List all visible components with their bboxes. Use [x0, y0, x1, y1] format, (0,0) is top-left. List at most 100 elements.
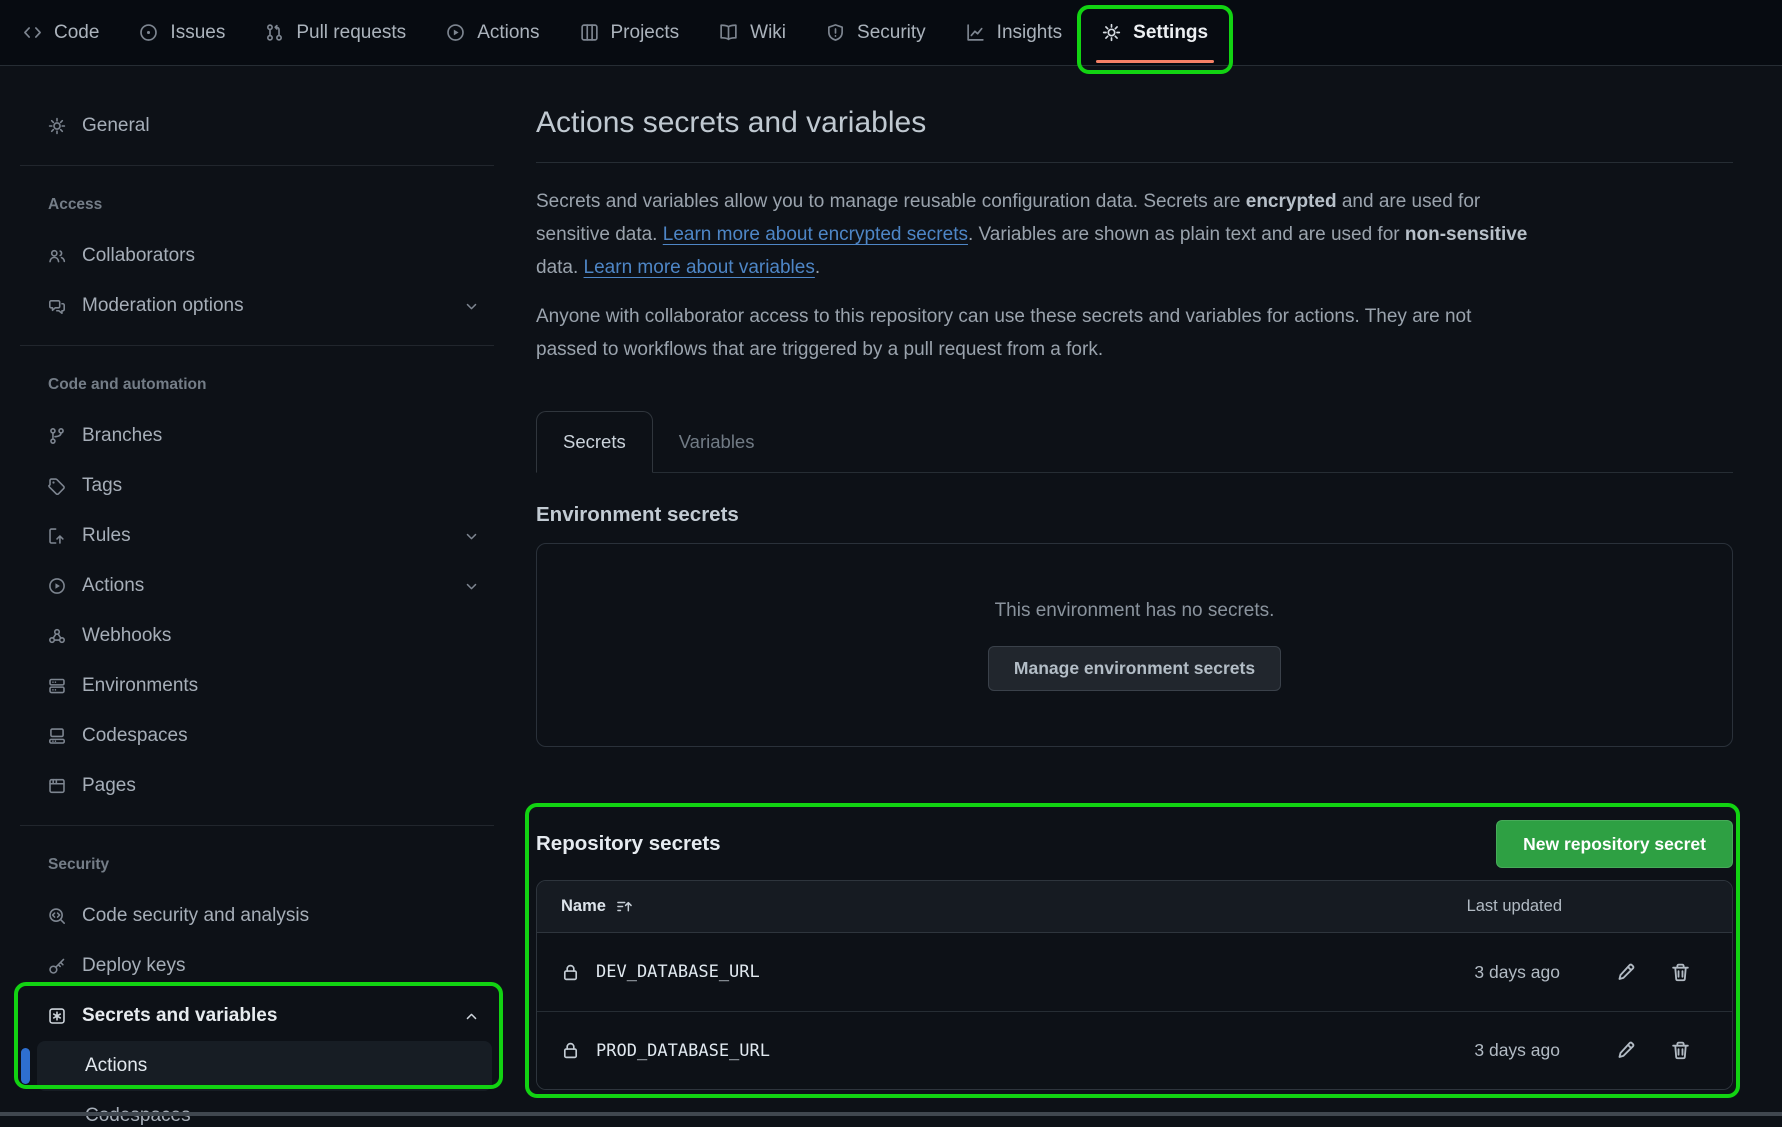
sidebar-section-header-code-and-automation: Code and automation: [0, 359, 506, 411]
server-icon: [48, 677, 66, 695]
sidebar-item-actions[interactable]: Actions: [0, 561, 506, 611]
sidebar-item-pages[interactable]: Pages: [0, 761, 506, 811]
git-branch-icon: [48, 427, 66, 445]
sidebar-item-deploy-keys[interactable]: Deploy keys: [0, 941, 506, 991]
column-header-last-updated: Last updated: [1467, 897, 1562, 916]
tab-secrets[interactable]: Secrets: [536, 411, 653, 473]
sidebar-item-general[interactable]: General: [0, 101, 506, 151]
sidebar-item-label: Deploy keys: [82, 955, 186, 977]
sidebar-item-moderation-options[interactable]: Moderation options: [0, 281, 506, 331]
environment-secrets-panel: This environment has no secrets. Manage …: [536, 543, 1733, 747]
edit-secret-button[interactable]: [1615, 1040, 1636, 1061]
repository-secrets-section: Repository secrets New repository secret…: [536, 820, 1733, 1090]
empty-state-text: This environment has no secrets.: [995, 600, 1275, 622]
sidebar-item-tags[interactable]: Tags: [0, 461, 506, 511]
screen-bottom-edge: [0, 1112, 1782, 1116]
sidebar-item-label: Webhooks: [82, 625, 171, 647]
codescan-icon: [48, 907, 66, 925]
intro-paragraph: Secrets and variables allow you to manag…: [536, 185, 1733, 284]
sidebar-subitem-label: Actions: [85, 1055, 147, 1077]
sidebar-item-code-security-and-analysis[interactable]: Code security and analysis: [0, 891, 506, 941]
edit-secret-button[interactable]: [1615, 962, 1636, 983]
sidebar-item-secrets-and-variables[interactable]: Secrets and variables: [0, 991, 506, 1041]
body-text: Secrets and variables allow you to manag…: [536, 191, 1246, 212]
page-title: Actions secrets and variables: [536, 106, 1733, 140]
body-text: Anyone with collaborator access to this …: [536, 306, 1471, 327]
sidebar-item-label: Collaborators: [82, 245, 195, 267]
sidebar-item-label: Codespaces: [82, 725, 188, 747]
sidebar-item-label: Rules: [82, 525, 131, 547]
nav-item-label: Settings: [1133, 22, 1208, 44]
nav-item-security[interactable]: Security: [806, 0, 946, 65]
chevron-down-icon: [463, 528, 480, 545]
sidebar-item-rules[interactable]: Rules: [0, 511, 506, 561]
comment-discussion-icon: [48, 297, 66, 315]
sidebar-item-label: Tags: [82, 475, 122, 497]
body-text: and are used for: [1337, 191, 1481, 212]
shield-icon: [826, 23, 845, 42]
last-updated-value: 3 days ago: [1474, 1040, 1560, 1061]
link-learn-more-about-encrypted-secrets[interactable]: Learn more about encrypted secrets: [663, 224, 968, 245]
chevron-down-icon: [463, 578, 480, 595]
nav-item-settings[interactable]: Settings: [1082, 0, 1228, 65]
intro-text: Secrets and variables allow you to manag…: [536, 185, 1733, 366]
people-icon: [48, 247, 66, 265]
emphasized-text: encrypted: [1246, 191, 1337, 212]
sidebar-subitem-actions[interactable]: Actions: [37, 1041, 492, 1091]
sidebar-item-branches[interactable]: Branches: [0, 411, 506, 461]
nav-item-wiki[interactable]: Wiki: [699, 0, 806, 65]
sidebar-section-header-access: Access: [0, 179, 506, 231]
nav-item-insights[interactable]: Insights: [946, 0, 1082, 65]
book-icon: [719, 23, 738, 42]
nav-item-label: Issues: [170, 22, 225, 44]
last-updated-value: 3 days ago: [1474, 962, 1560, 983]
delete-secret-button[interactable]: [1670, 1040, 1691, 1061]
body-text: .: [815, 257, 820, 278]
codespaces-icon: [48, 727, 66, 745]
chevron-up-icon: [463, 1008, 480, 1025]
delete-secret-button[interactable]: [1670, 962, 1691, 983]
sidebar-item-collaborators[interactable]: Collaborators: [0, 231, 506, 281]
table-header-row: Name Last updated: [537, 881, 1732, 933]
gear-icon: [1102, 23, 1121, 42]
webhook-icon: [48, 627, 66, 645]
sidebar-item-codespaces[interactable]: Codespaces: [0, 711, 506, 761]
nav-item-label: Pull requests: [296, 22, 406, 44]
manage-environment-secrets-button[interactable]: Manage environment secrets: [988, 646, 1281, 691]
nav-item-label: Security: [857, 22, 926, 44]
sidebar-divider: [20, 825, 494, 826]
column-header-name: Name: [561, 897, 606, 916]
issue-icon: [139, 23, 158, 42]
table-body: DEV_DATABASE_URL3 days agoPROD_DATABASE_…: [537, 933, 1732, 1089]
nav-item-label: Wiki: [750, 22, 786, 44]
tab-variables[interactable]: Variables: [653, 412, 781, 472]
sort-ascending-icon[interactable]: [616, 898, 633, 915]
nav-item-pull-requests[interactable]: Pull requests: [245, 0, 426, 65]
tag-icon: [48, 477, 66, 495]
nav-item-issues[interactable]: Issues: [119, 0, 245, 65]
body-text: sensitive data.: [536, 224, 663, 245]
sidebar-item-label: Pages: [82, 775, 136, 797]
main-content: Actions secrets and variables Secrets an…: [536, 66, 1733, 747]
sidebar-item-label: Actions: [82, 575, 144, 597]
new-repository-secret-button[interactable]: New repository secret: [1496, 820, 1733, 868]
nav-item-label: Insights: [997, 22, 1062, 44]
sidebar-item-environments[interactable]: Environments: [0, 661, 506, 711]
secrets-variables-tabs: Secrets Variables: [536, 412, 1733, 473]
graph-icon: [966, 23, 985, 42]
divider: [536, 162, 1733, 163]
key-icon: [48, 957, 66, 975]
settings-sidebar: General Access Collaborators Moderation opt…: [0, 66, 506, 1116]
nav-item-actions[interactable]: Actions: [426, 0, 559, 65]
environment-secrets-heading: Environment secrets: [536, 503, 1733, 527]
nav-item-label: Projects: [611, 22, 680, 44]
nav-item-code[interactable]: Code: [3, 0, 119, 65]
repository-secrets-heading: Repository secrets: [536, 832, 721, 856]
projects-icon: [580, 23, 599, 42]
sidebar-item-webhooks[interactable]: Webhooks: [0, 611, 506, 661]
link-learn-more-about-variables[interactable]: Learn more about variables: [584, 257, 815, 278]
play-icon: [48, 577, 66, 595]
sidebar-subitem-codespaces[interactable]: Codespaces: [0, 1091, 506, 1127]
nav-item-projects[interactable]: Projects: [560, 0, 700, 65]
table-row: PROD_DATABASE_URL3 days ago: [537, 1011, 1732, 1089]
